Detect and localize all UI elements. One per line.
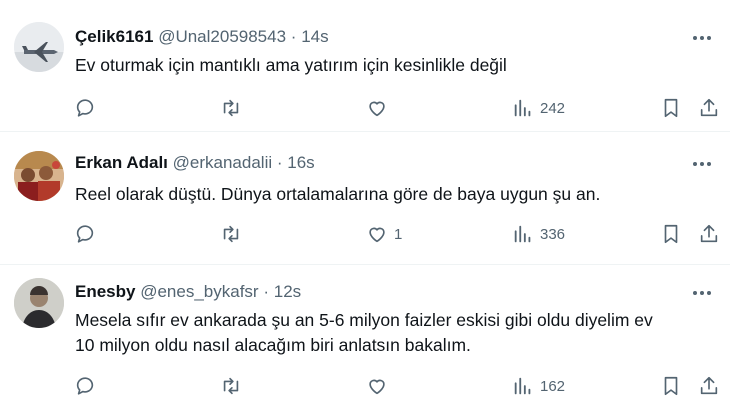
- like-count: 1: [394, 225, 403, 243]
- tweet-text-line: Ev oturmak için mantıklı ama yatırım içi…: [75, 55, 507, 75]
- more-horizontal-icon: [693, 291, 711, 295]
- tweet-header: Çelik6161 @Unal20598543 · 14s: [75, 27, 329, 47]
- share-button[interactable]: [698, 97, 720, 119]
- display-name[interactable]: Erkan Adalı: [75, 153, 168, 172]
- people-photo: [14, 151, 64, 201]
- tweet-text-line: Reel olarak düştü. Dünya ortalamalarına …: [75, 184, 601, 204]
- tweet-text-line: Mesela sıfır ev ankarada şu an 5-6 milyo…: [75, 310, 653, 330]
- views-icon: [514, 377, 531, 395]
- view-count: 242: [540, 99, 566, 117]
- avatar[interactable]: [14, 22, 64, 72]
- tweet-3[interactable]: Enesby @enes_bykafsr · 12s Mesela sıfır …: [0, 265, 730, 420]
- views-button[interactable]: 336: [512, 223, 565, 245]
- views-icon: [514, 99, 531, 117]
- bookmark-icon: [664, 376, 678, 396]
- timestamp[interactable]: 12s: [274, 282, 301, 301]
- timestamp[interactable]: 16s: [287, 153, 314, 172]
- separator-dot: ·: [276, 153, 283, 172]
- reply-icon: [76, 377, 94, 395]
- reply-icon: [76, 225, 94, 243]
- user-handle[interactable]: @erkanadalii: [173, 153, 272, 172]
- person-photo: [14, 278, 64, 328]
- bookmark-icon: [664, 224, 678, 244]
- more-horizontal-icon: [693, 162, 711, 166]
- share-icon: [700, 376, 718, 395]
- more-horizontal-icon: [693, 36, 711, 40]
- more-options-button[interactable]: [690, 154, 714, 174]
- bookmark-button[interactable]: [660, 375, 682, 397]
- share-icon: [700, 98, 718, 117]
- bookmark-button[interactable]: [660, 223, 682, 245]
- view-count: 336: [540, 225, 566, 243]
- tweet-1[interactable]: Çelik6161 @Unal20598543 · 14s Ev oturmak…: [0, 0, 730, 132]
- separator-dot: ·: [263, 282, 269, 301]
- tweet-text: Mesela sıfır ev ankarada şu an 5-6 milyo…: [75, 308, 715, 358]
- like-icon: [369, 379, 385, 395]
- views-button[interactable]: 242: [512, 97, 565, 119]
- more-options-button[interactable]: [690, 28, 714, 48]
- reply-button[interactable]: [74, 97, 96, 119]
- action-bar: 1 336: [74, 223, 724, 245]
- display-name[interactable]: Enesby: [75, 282, 135, 301]
- reply-icon: [76, 99, 94, 117]
- retweet-button[interactable]: [220, 375, 242, 397]
- bookmark-icon: [664, 98, 678, 118]
- separator-dot: ·: [290, 27, 297, 46]
- retweet-icon: [223, 99, 239, 117]
- tweet-text: Reel olarak düştü. Dünya ortalamalarına …: [75, 182, 715, 207]
- like-button[interactable]: [366, 97, 394, 119]
- bookmark-button[interactable]: [660, 97, 682, 119]
- action-bar: 242: [74, 97, 724, 119]
- avatar[interactable]: [14, 278, 64, 328]
- tweet-text: Ev oturmak için mantıklı ama yatırım içi…: [75, 53, 715, 78]
- avatar[interactable]: [14, 151, 64, 201]
- views-icon: [514, 225, 531, 243]
- reply-button[interactable]: [74, 223, 96, 245]
- share-button[interactable]: [698, 223, 720, 245]
- timestamp[interactable]: 14s: [301, 27, 328, 46]
- reply-button[interactable]: [74, 375, 96, 397]
- retweet-button[interactable]: [220, 223, 242, 245]
- views-button[interactable]: 162: [512, 375, 565, 397]
- retweet-icon: [223, 225, 239, 243]
- like-button[interactable]: 1: [366, 223, 402, 245]
- user-handle[interactable]: @enes_bykafsr: [140, 282, 258, 301]
- share-button[interactable]: [698, 375, 720, 397]
- retweet-icon: [223, 377, 239, 395]
- tweet-2[interactable]: Erkan Adalı @erkanadalii · 16s Reel olar…: [0, 132, 730, 265]
- like-button[interactable]: [366, 375, 394, 397]
- tweet-header: Erkan Adalı @erkanadalii · 16s: [75, 153, 315, 173]
- tweet-text-line: 10 milyon oldu nasıl alacağım biri anlat…: [75, 335, 471, 355]
- more-options-button[interactable]: [690, 283, 714, 303]
- share-icon: [700, 224, 718, 243]
- tweet-header: Enesby @enes_bykafsr · 12s: [75, 282, 301, 302]
- retweet-button[interactable]: [220, 97, 242, 119]
- action-bar: 162: [74, 375, 724, 397]
- user-handle[interactable]: @Unal20598543: [158, 27, 286, 46]
- view-count: 162: [540, 377, 566, 395]
- like-icon: [369, 227, 385, 243]
- display-name[interactable]: Çelik6161: [75, 27, 153, 46]
- jet-photo: [14, 22, 64, 72]
- like-icon: [369, 101, 385, 117]
